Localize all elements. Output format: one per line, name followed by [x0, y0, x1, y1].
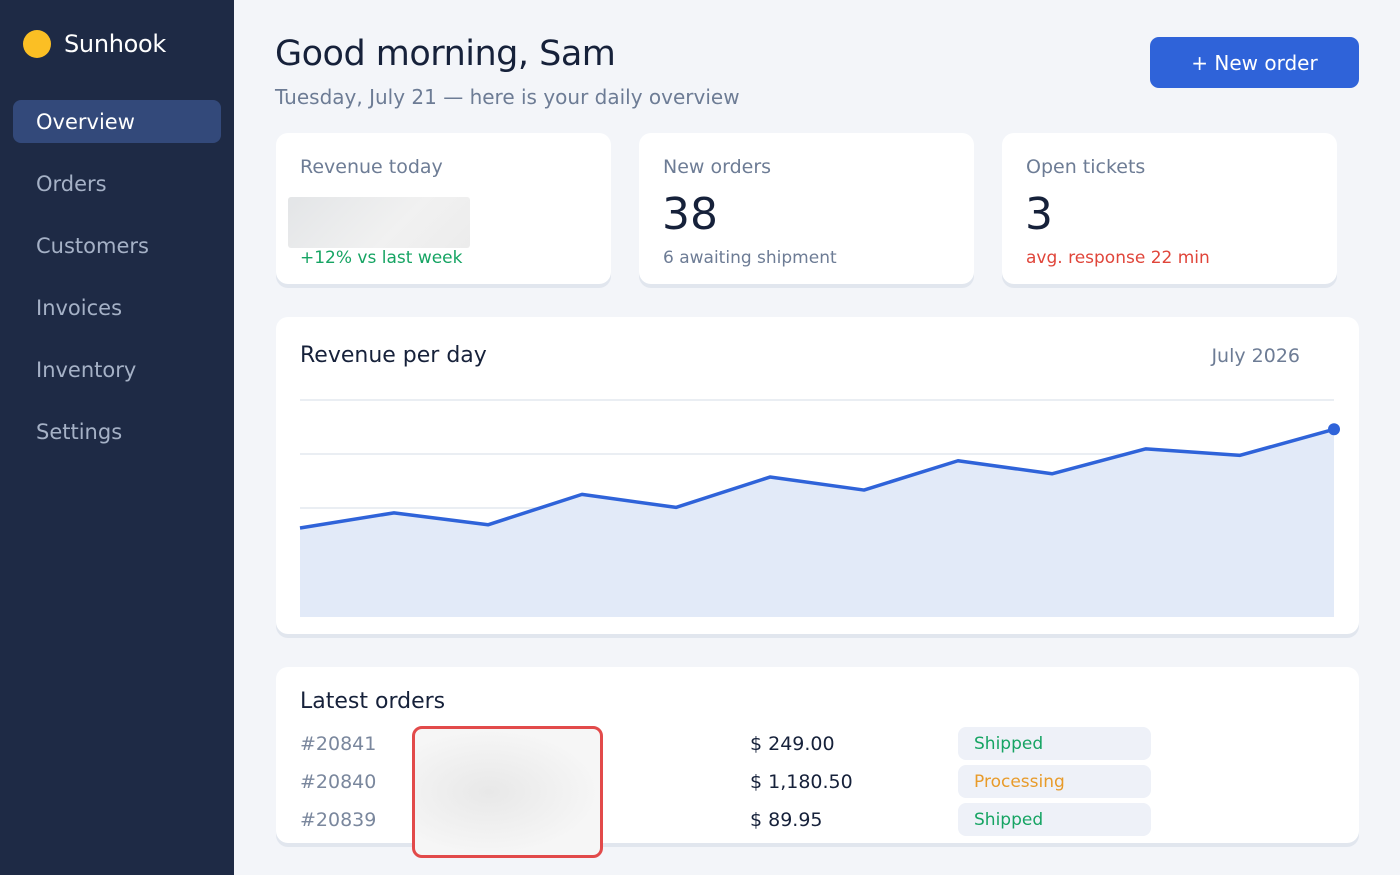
- revenue-chart: [299, 399, 1340, 617]
- latest-orders-card: Latest orders #20841 $ 249.00 Shipped #2…: [276, 667, 1359, 858]
- sidebar-item-settings[interactable]: Settings: [13, 410, 221, 453]
- stat-subtext: 6 awaiting shipment: [663, 248, 837, 268]
- orders-title: Latest orders: [300, 689, 446, 714]
- brand-logo-icon: [23, 30, 51, 58]
- chart-point[interactable]: [1328, 423, 1340, 436]
- sidebar-item-inventory[interactable]: Inventory: [13, 348, 221, 391]
- status-badge: Shipped: [958, 727, 1151, 760]
- sidebar-item-overview[interactable]: Overview: [13, 100, 221, 143]
- stat-label: Open tickets: [1026, 156, 1146, 178]
- sidebar-item-invoices[interactable]: Invoices: [13, 286, 221, 329]
- sidebar-nav: Overview Orders Customers Invoices Inven…: [13, 100, 221, 472]
- page-title: Good morning, Sam: [275, 34, 616, 74]
- revenue-chart-card: Revenue per day July 2026: [276, 317, 1359, 634]
- order-id[interactable]: #20840: [300, 771, 376, 793]
- stat-card-open-tickets: Open tickets 3 avg. response 22 min: [1002, 133, 1337, 284]
- sidebar: Sunhook Overview Orders Customers Invoic…: [0, 0, 234, 875]
- status-badge: Processing: [958, 765, 1151, 798]
- stat-value: 38: [662, 189, 718, 240]
- status-badge: Shipped: [958, 803, 1151, 836]
- order-amount: $ 1,180.50: [750, 771, 853, 793]
- sidebar-item-orders[interactable]: Orders: [13, 162, 221, 205]
- chart-area: [300, 429, 1334, 617]
- order-amount: $ 249.00: [750, 733, 835, 755]
- brand[interactable]: Sunhook: [23, 30, 166, 58]
- stat-value: 3: [1025, 189, 1053, 240]
- stat-trend: +12% vs last week: [300, 248, 463, 268]
- stat-subtext: avg. response 22 min: [1026, 248, 1210, 268]
- page-subtitle: Tuesday, July 21 — here is your daily ov…: [275, 85, 740, 109]
- stat-card-new-orders: New orders 38 6 awaiting shipment: [639, 133, 974, 284]
- stat-label: Revenue today: [300, 156, 443, 178]
- order-amount: $ 89.95: [750, 809, 823, 831]
- order-id[interactable]: #20841: [300, 733, 376, 755]
- stat-label: New orders: [663, 156, 772, 178]
- stat-card-revenue: Revenue today +12% vs last week: [276, 133, 611, 284]
- brand-name: Sunhook: [64, 30, 167, 58]
- redacted-customer-names: [412, 726, 603, 858]
- sidebar-item-customers[interactable]: Customers: [13, 224, 221, 267]
- order-id[interactable]: #20839: [300, 809, 376, 831]
- new-order-button[interactable]: + New order: [1150, 37, 1359, 88]
- redacted-value: [288, 197, 470, 248]
